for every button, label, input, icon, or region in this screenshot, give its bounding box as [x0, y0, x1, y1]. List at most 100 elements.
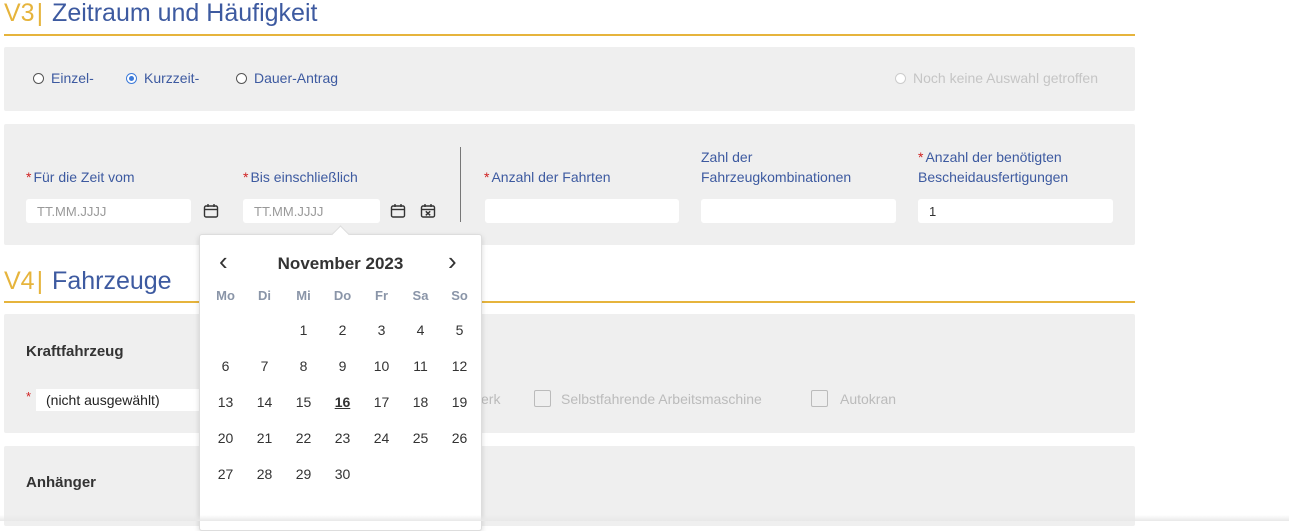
from-date-input[interactable]: TT.MM.JJJJ	[26, 199, 191, 223]
copies-label-line1: Anzahl der benötigten	[925, 149, 1062, 165]
radio-option-einzel[interactable]: Einzel-	[33, 70, 94, 86]
datepicker-weekday-row: Mo Di Mi Do Fr Sa So	[206, 284, 479, 308]
required-marker: *	[26, 169, 32, 185]
required-marker: *	[918, 149, 924, 165]
datepicker-empty-cell	[245, 312, 284, 348]
vehicle-panel: Kraftfahrzeug * (nicht ausgewählt) erk S…	[4, 314, 1135, 433]
datepicker-day[interactable]: 12	[440, 348, 479, 384]
datepicker-day[interactable]: 9	[323, 348, 362, 384]
datepicker-day[interactable]: 30	[323, 456, 362, 492]
datepicker-day[interactable]: 10	[362, 348, 401, 384]
datepicker-day[interactable]: 21	[245, 420, 284, 456]
section-rule-v3	[4, 34, 1135, 36]
datepicker-day[interactable]: 13	[206, 384, 245, 420]
section-code-v4: V4	[4, 267, 35, 295]
datepicker-empty-cell	[206, 312, 245, 348]
datepicker-day[interactable]: 19	[440, 384, 479, 420]
copies-input[interactable]: 1	[918, 199, 1113, 223]
weekday-header: Mi	[296, 288, 311, 303]
datepicker-day[interactable]: 1	[284, 312, 323, 348]
chevron-left-icon[interactable]: ‹	[219, 248, 228, 274]
datepicker-day[interactable]: 24	[362, 420, 401, 456]
checkbox-label-self-propelled: Selbstfahrende Arbeitsmaschine	[561, 391, 762, 407]
section-code-v3: V3	[4, 0, 35, 27]
calendar-icon[interactable]	[203, 203, 219, 219]
checkbox-label-partial: erk	[481, 391, 501, 407]
weekday-header: So	[451, 288, 468, 303]
radio-button-icon[interactable]	[236, 72, 247, 84]
trips-input[interactable]	[485, 199, 679, 223]
datepicker-day[interactable]: 5	[440, 312, 479, 348]
datepicker-day[interactable]: 22	[284, 420, 323, 456]
section-title-v4: V4| Fahrzeuge	[4, 266, 172, 296]
radio-option-dauer[interactable]: Dauer-Antrag	[236, 70, 338, 86]
datepicker-day[interactable]: 7	[245, 348, 284, 384]
vehicle-combinations-label-line1: Zahl der	[701, 149, 753, 165]
from-date-label-text: Für die Zeit vom	[33, 169, 135, 185]
datepicker-day[interactable]: 28	[245, 456, 284, 492]
datepicker-day[interactable]: 4	[401, 312, 440, 348]
radio-option-kurzzeit[interactable]: Kurzzeit-	[126, 70, 199, 86]
from-date-label: * Für die Zeit vom	[26, 167, 135, 187]
copies-label: * Anzahl der benötigten Bescheidausfertig…	[918, 147, 1068, 187]
application-type-panel: Einzel- Kurzzeit- Dauer-Antrag Noch kein…	[4, 47, 1135, 111]
section-rule-v4	[4, 301, 1135, 303]
weekday-header: Mo	[216, 288, 235, 303]
required-marker: *	[243, 169, 249, 185]
radio-label-disabled: Noch keine Auswahl getroffen	[913, 70, 1098, 86]
checkbox-autokran[interactable]	[811, 390, 828, 407]
radio-label: Einzel-	[51, 70, 94, 86]
calendar-clear-icon[interactable]	[420, 203, 436, 219]
datepicker-day[interactable]: 26	[440, 420, 479, 456]
vehicle-combinations-label-line2: Fahrzeugkombinationen	[701, 169, 852, 185]
datepicker-month-title: November 2023	[277, 254, 404, 273]
required-marker: *	[484, 169, 490, 185]
weekday-header: Di	[258, 288, 271, 303]
copies-label-line2: Bescheidausfertigungen	[918, 169, 1069, 185]
datepicker-popup: ‹ November 2023 › Mo Di Mi Do Fr Sa So 1234567…	[199, 225, 482, 531]
radio-option-no-selection: Noch keine Auswahl getroffen	[895, 70, 1098, 86]
trailer-panel: Anhänger	[4, 446, 1135, 526]
trailer-label: Anhänger	[26, 474, 97, 491]
datepicker-day-grid: 1 2 3 4 5 6 7 8 9 10 11 12 13 14 15 16 17 18 19 20 21 22 23 24 2…	[206, 312, 479, 492]
radio-button-disabled-icon	[895, 72, 906, 84]
datepicker-day[interactable]: 6	[206, 348, 245, 384]
radio-button-icon[interactable]	[33, 72, 44, 84]
datepicker-day[interactable]: 23	[323, 420, 362, 456]
to-date-label-text: Bis einschließlich	[250, 169, 358, 185]
period-panel: * Für die Zeit vom TT.MM.JJJJ * Bis einsch…	[4, 124, 1135, 245]
vehicle-combinations-input[interactable]	[701, 199, 896, 223]
weekday-header: Fr	[375, 288, 388, 303]
datepicker-day[interactable]: 8	[284, 348, 323, 384]
datepicker-day[interactable]: 17	[362, 384, 401, 420]
datepicker-day[interactable]: 14	[245, 384, 284, 420]
datepicker-day[interactable]: 3	[362, 312, 401, 348]
vehicle-select[interactable]: (nicht ausgewählt)	[36, 389, 206, 411]
checkbox-self-propelled[interactable]	[534, 390, 551, 407]
calendar-icon[interactable]	[390, 203, 406, 219]
datepicker-day-today[interactable]: 16	[323, 384, 362, 420]
datepicker-day[interactable]: 15	[284, 384, 323, 420]
radio-button-checked-icon[interactable]	[126, 72, 137, 84]
datepicker-day[interactable]: 25	[401, 420, 440, 456]
datepicker-day[interactable]: 27	[206, 456, 245, 492]
weekday-header: Do	[333, 288, 352, 303]
section-separator: |	[36, 0, 44, 27]
radio-label: Kurzzeit-	[144, 70, 200, 86]
section-title-text: Fahrzeuge	[52, 267, 172, 295]
field-divider	[460, 147, 461, 222]
checkbox-label-autokran: Autokran	[840, 391, 897, 407]
datepicker-day[interactable]: 2	[323, 312, 362, 348]
datepicker-day[interactable]: 29	[284, 456, 323, 492]
datepicker-day[interactable]: 18	[401, 384, 440, 420]
section-separator: |	[36, 267, 44, 295]
datepicker-day[interactable]: 20	[206, 420, 245, 456]
datepicker-day[interactable]: 11	[401, 348, 440, 384]
chevron-right-icon[interactable]: ›	[448, 248, 457, 274]
trips-label: * Anzahl der Fahrten	[484, 167, 611, 187]
vehicle-label: Kraftfahrzeug	[26, 343, 124, 360]
trips-label-text: Anzahl der Fahrten	[491, 169, 611, 185]
section-title-text: Zeitraum und Häufigkeit	[52, 0, 318, 27]
to-date-label: * Bis einschließlich	[243, 167, 358, 187]
to-date-input[interactable]: TT.MM.JJJJ	[243, 199, 380, 223]
